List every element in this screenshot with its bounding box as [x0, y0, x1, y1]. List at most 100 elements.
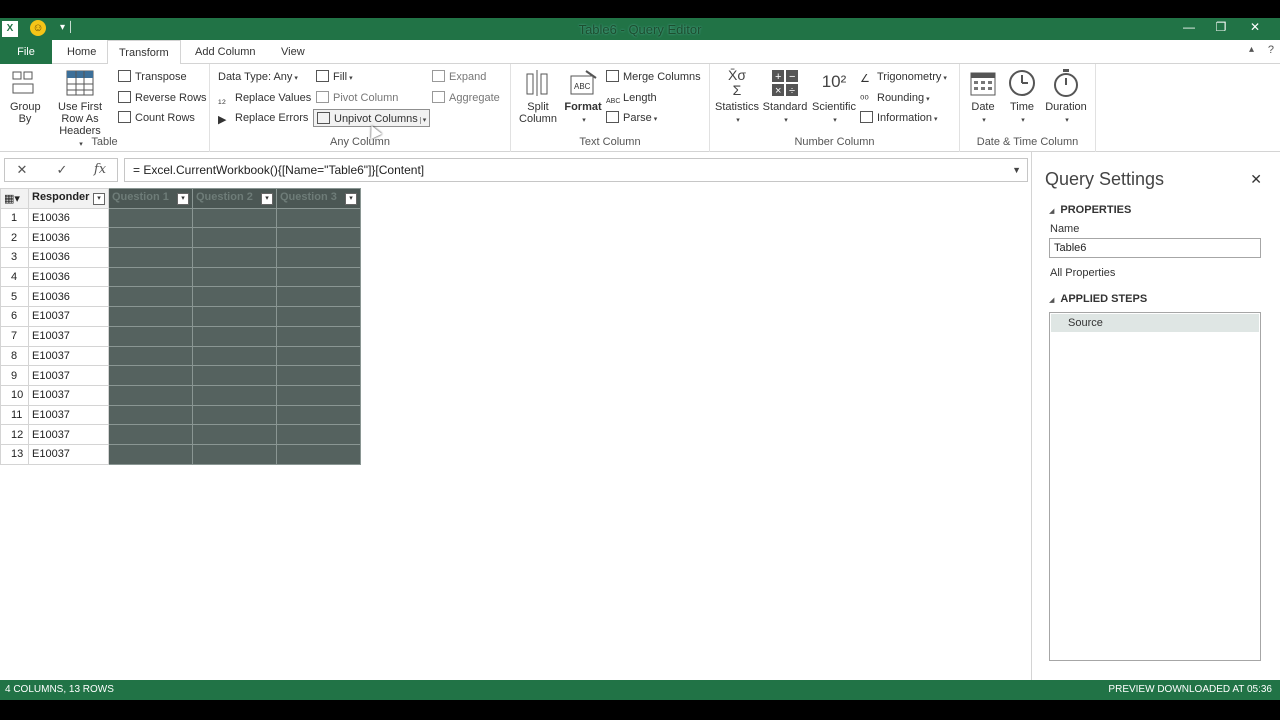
cell-question-2[interactable]	[192, 247, 277, 268]
cell-responder[interactable]: E10037	[28, 424, 109, 445]
cell-question-1[interactable]	[108, 266, 193, 288]
table-row[interactable]: 6 E10037	[0, 306, 361, 327]
row-number[interactable]: 9	[0, 365, 29, 386]
duration-button[interactable]: Duration ▾	[1042, 68, 1090, 127]
row-number[interactable]: 11	[0, 404, 29, 426]
cell-question-1[interactable]	[108, 207, 193, 229]
time-button[interactable]: Time ▾	[1004, 68, 1040, 127]
cell-question-3[interactable]	[276, 286, 361, 308]
query-name-input[interactable]: Table6	[1049, 238, 1261, 258]
cell-question-1[interactable]	[108, 384, 193, 406]
fill-button[interactable]: Fill ▾	[316, 68, 353, 86]
row-number[interactable]: 10	[0, 384, 29, 406]
help-icon[interactable]: ?	[1268, 44, 1274, 56]
cell-question-3[interactable]	[276, 207, 361, 229]
count-rows-button[interactable]: Count Rows	[118, 109, 195, 127]
table-row[interactable]: 4 E10036	[0, 266, 361, 288]
scientific-button[interactable]: 10² Scientific ▾	[810, 68, 858, 127]
cancel-formula-icon[interactable]: ✕	[7, 162, 37, 178]
restore-button[interactable]: ❐	[1206, 20, 1236, 34]
cell-question-2[interactable]	[192, 365, 277, 386]
cell-responder[interactable]: E10036	[28, 286, 109, 308]
table-row[interactable]: 10 E10037	[0, 384, 361, 406]
transpose-button[interactable]: Transpose	[118, 68, 187, 86]
collapse-ribbon-icon[interactable]: ▴	[1249, 44, 1254, 55]
cell-responder[interactable]: E10037	[28, 365, 109, 386]
tab-view[interactable]: View	[270, 40, 316, 64]
cell-question-1[interactable]	[108, 404, 193, 426]
cell-question-2[interactable]	[192, 404, 277, 426]
group-by-button[interactable]: Group By	[6, 68, 44, 125]
applied-steps-section[interactable]: ◢ APPLIED STEPS	[1049, 293, 1147, 305]
table-row[interactable]: 13 E10037	[0, 443, 361, 465]
row-number[interactable]: 1	[0, 207, 29, 229]
filter-dropdown-icon[interactable]: ▾	[93, 193, 105, 206]
row-number[interactable]: 4	[0, 266, 29, 288]
cell-question-1[interactable]	[108, 286, 193, 308]
cell-question-3[interactable]	[276, 325, 361, 347]
cell-question-2[interactable]	[192, 424, 277, 445]
table-row[interactable]: 9 E10037	[0, 365, 361, 386]
data-type-dropdown[interactable]: Data Type: Any ▾	[218, 68, 298, 86]
cell-question-3[interactable]	[276, 404, 361, 426]
cell-question-3[interactable]	[276, 384, 361, 406]
cell-responder[interactable]: E10037	[28, 404, 109, 426]
cell-question-1[interactable]	[108, 443, 193, 465]
cell-question-3[interactable]	[276, 424, 361, 445]
format-button[interactable]: ABC Format ▾	[563, 68, 603, 127]
cell-question-3[interactable]	[276, 365, 361, 386]
cell-question-1[interactable]	[108, 306, 193, 327]
tab-add-column[interactable]: Add Column	[184, 40, 267, 64]
cell-question-1[interactable]	[108, 325, 193, 347]
statistics-button[interactable]: X̄σ Σ Statistics ▾	[714, 68, 760, 127]
information-dropdown[interactable]: Information ▾	[860, 109, 938, 127]
minimize-button[interactable]: —	[1174, 20, 1204, 34]
cell-question-1[interactable]	[108, 227, 193, 249]
replace-values-button[interactable]: ₁₂ Replace Values	[218, 89, 311, 107]
column-header-question-2[interactable]: Question 2 ▾	[192, 188, 277, 209]
cell-responder[interactable]: E10037	[28, 325, 109, 347]
cell-question-1[interactable]	[108, 365, 193, 386]
split-column-button[interactable]: Split Column	[515, 68, 561, 125]
cell-responder[interactable]: E10036	[28, 247, 109, 268]
cell-responder[interactable]: E10036	[28, 227, 109, 249]
row-number[interactable]: 7	[0, 325, 29, 347]
cell-question-3[interactable]	[276, 227, 361, 249]
fx-icon[interactable]: fx	[85, 162, 115, 177]
table-row[interactable]: 12 E10037	[0, 424, 361, 445]
expand-formula-icon[interactable]: ▼	[1012, 159, 1021, 181]
table-row[interactable]: 2 E10036	[0, 227, 361, 249]
cell-responder[interactable]: E10037	[28, 443, 109, 465]
formula-input[interactable]: = Excel.CurrentWorkbook(){[Name="Table6"…	[124, 158, 1028, 182]
cell-question-2[interactable]	[192, 286, 277, 308]
close-window-button[interactable]: ✕	[1240, 20, 1270, 34]
cell-question-2[interactable]	[192, 325, 277, 347]
filter-dropdown-icon[interactable]: ▾	[177, 193, 189, 206]
close-pane-icon[interactable]: ✕	[1250, 171, 1262, 188]
cell-responder[interactable]: E10036	[28, 266, 109, 288]
all-properties-link[interactable]: All Properties	[1050, 267, 1115, 279]
date-button[interactable]: Date ▾	[966, 68, 1000, 127]
cell-question-2[interactable]	[192, 266, 277, 288]
table-menu-icon[interactable]: ▦▾	[0, 188, 29, 209]
tab-transform[interactable]: Transform	[107, 40, 181, 65]
row-number[interactable]: 12	[0, 424, 29, 445]
filter-dropdown-icon[interactable]: ▾	[261, 193, 273, 206]
rounding-dropdown[interactable]: ⁰⁰ Rounding ▾	[860, 89, 930, 107]
cell-question-3[interactable]	[276, 345, 361, 367]
length-button[interactable]: ABC Length	[606, 89, 657, 107]
cell-responder[interactable]: E10036	[28, 207, 109, 229]
cell-responder[interactable]: E10037	[28, 345, 109, 367]
step-source[interactable]: Source	[1051, 314, 1259, 332]
cell-question-1[interactable]	[108, 247, 193, 268]
cell-question-2[interactable]	[192, 227, 277, 249]
reverse-rows-button[interactable]: Reverse Rows	[118, 89, 207, 107]
table-row[interactable]: 1 E10036	[0, 207, 361, 229]
cell-question-3[interactable]	[276, 443, 361, 465]
confirm-formula-icon[interactable]: ✓	[47, 162, 77, 178]
row-number[interactable]: 3	[0, 247, 29, 268]
cell-question-3[interactable]	[276, 306, 361, 327]
parse-button[interactable]: Parse ▾	[606, 109, 657, 127]
column-header-responder[interactable]: Responder ▾	[28, 188, 109, 209]
standard-button[interactable]: + − × ÷ Standard ▾	[762, 68, 808, 127]
